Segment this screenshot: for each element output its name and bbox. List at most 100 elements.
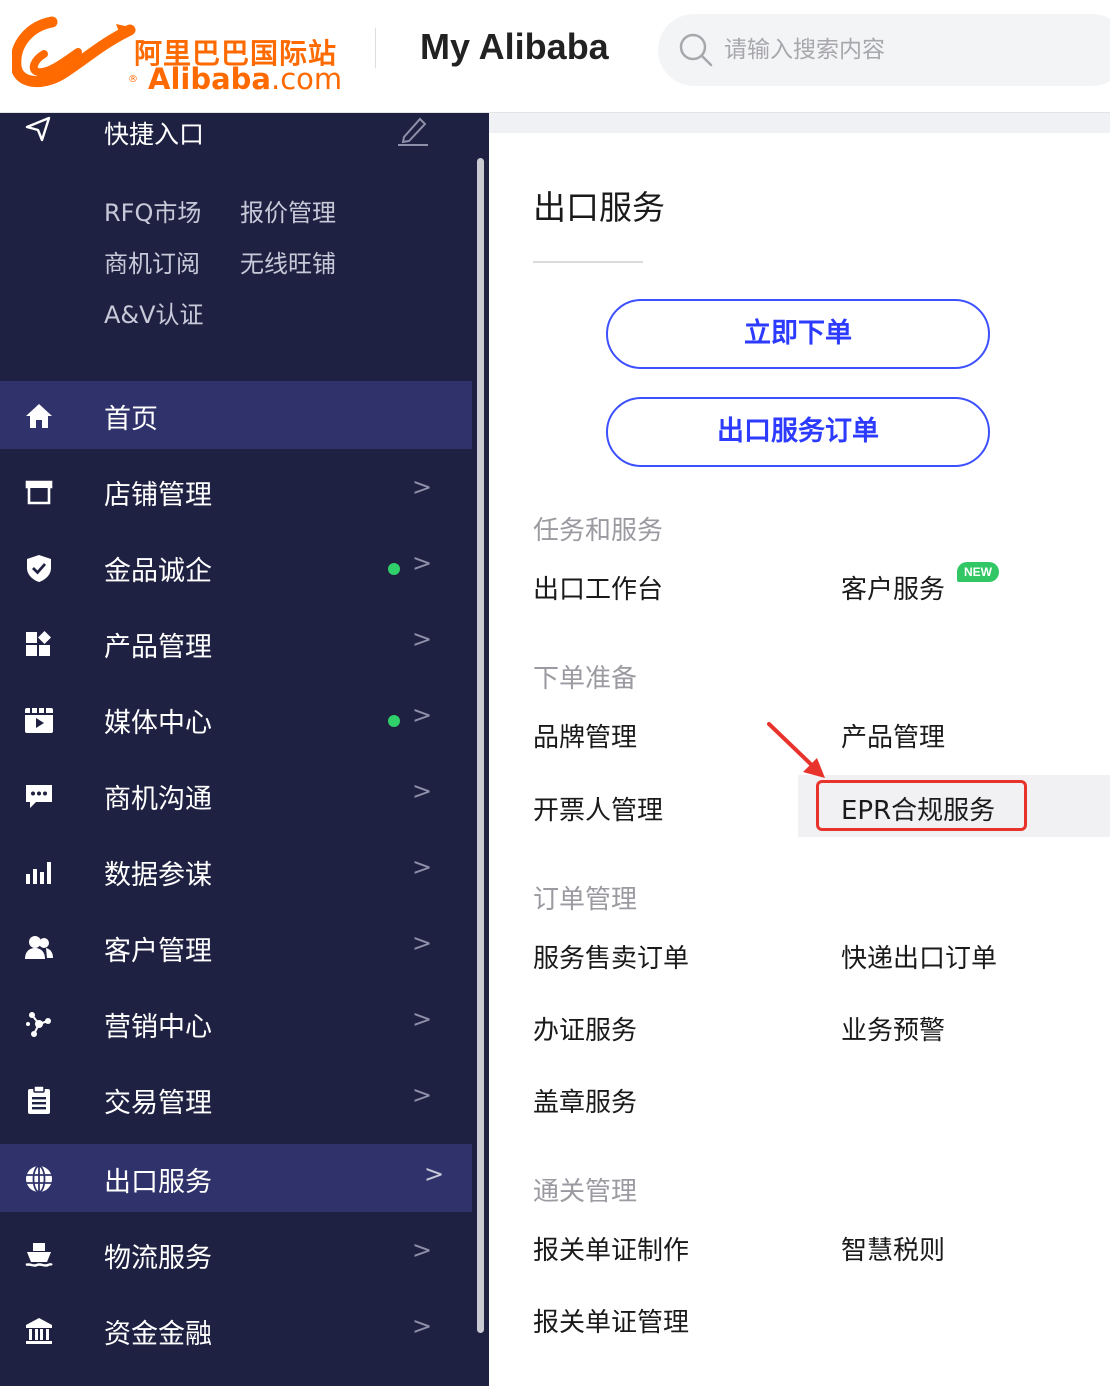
sidebar-item-label: 物流服务 bbox=[104, 1243, 212, 1274]
order-now-button[interactable]: 立即下单 bbox=[606, 299, 990, 369]
chevron-right-icon: > bbox=[412, 549, 433, 577]
sidebar-item-label: 营销中心 bbox=[104, 1012, 212, 1043]
shortcut-mobile-store[interactable]: 无线旺铺 bbox=[240, 244, 336, 279]
shortcut-rfq-market[interactable]: RFQ市场 bbox=[104, 193, 201, 228]
sidebar-item-label: 店铺管理 bbox=[104, 480, 212, 511]
sidebar-item-gold-supplier[interactable]: 金品诚企 > bbox=[0, 533, 472, 601]
export-service-orders-button[interactable]: 出口服务订单 bbox=[606, 397, 990, 467]
page-title: My Alibaba bbox=[420, 26, 609, 67]
section-title-tasks: 任务和服务 bbox=[533, 516, 664, 546]
sidebar-item-product-management[interactable]: 产品管理 > bbox=[0, 609, 472, 677]
link-customs-doc-management[interactable]: 报关单证管理 bbox=[533, 1302, 689, 1339]
home-icon bbox=[26, 404, 52, 428]
sidebar-scrollbar[interactable] bbox=[477, 158, 484, 1333]
link-invoicer-management[interactable]: 开票人管理 bbox=[533, 790, 663, 827]
panel-top-strip bbox=[489, 113, 1110, 133]
sidebar-item-label: 商机沟通 bbox=[104, 784, 212, 815]
link-smart-tariff[interactable]: 智慧税则 bbox=[841, 1230, 945, 1267]
sidebar-item-label: 媒体中心 bbox=[104, 708, 212, 739]
send-icon bbox=[25, 116, 51, 142]
link-business-alerts[interactable]: 业务预警 bbox=[841, 1010, 945, 1047]
shield-check-icon bbox=[27, 555, 51, 582]
search-box[interactable] bbox=[658, 14, 1110, 86]
chevron-right-icon: > bbox=[412, 777, 433, 805]
store-icon bbox=[25, 480, 53, 505]
sidebar: 快捷入口 RFQ市场 报价管理 商机订阅 无线旺铺 A&V认证 首页 店铺管理 … bbox=[0, 113, 489, 1386]
sidebar-item-label: 交易管理 bbox=[104, 1088, 212, 1119]
sidebar-item-customer-management[interactable]: 客户管理 > bbox=[0, 913, 472, 981]
status-dot bbox=[388, 715, 400, 727]
sidebar-item-store-management[interactable]: 店铺管理 > bbox=[0, 457, 472, 525]
sidebar-item-home[interactable]: 首页 bbox=[0, 381, 472, 449]
link-customer-service[interactable]: 客户服务 bbox=[841, 569, 945, 606]
chevron-right-icon: > bbox=[412, 473, 433, 501]
bar-chart-icon bbox=[26, 862, 51, 884]
sidebar-item-export-services[interactable]: 出口服务 > bbox=[0, 1144, 472, 1212]
chevron-right-icon: > bbox=[412, 853, 433, 881]
chevron-right-icon: > bbox=[412, 1005, 433, 1033]
search-input[interactable] bbox=[724, 32, 1084, 68]
shortcut-av-certification[interactable]: A&V认证 bbox=[104, 295, 204, 330]
title-underline bbox=[533, 261, 643, 263]
sidebar-item-logistics-services[interactable]: 物流服务 > bbox=[0, 1220, 472, 1288]
annotation-arrow-icon bbox=[767, 722, 825, 778]
users-icon bbox=[25, 936, 53, 959]
link-product-management[interactable]: 产品管理 bbox=[841, 717, 945, 754]
clipboard-icon bbox=[28, 1085, 50, 1114]
export-services-panel: 出口服务 立即下单 出口服务订单 任务和服务 出口工作台 客户服务 NEW 下单… bbox=[489, 113, 1110, 1386]
shortcut-opportunity-subscription[interactable]: 商机订阅 bbox=[104, 244, 200, 279]
sidebar-item-label: 金品诚企 bbox=[104, 556, 212, 587]
section-title-order-prep: 下单准备 bbox=[533, 664, 638, 694]
alibaba-logo[interactable]: 阿里巴巴国际站 Alibaba.com ® bbox=[12, 14, 342, 96]
chevron-right-icon: > bbox=[412, 625, 433, 653]
sidebar-item-data-advisor[interactable]: 数据参谋 > bbox=[0, 837, 472, 905]
link-express-export-orders[interactable]: 快递出口订单 bbox=[841, 938, 997, 975]
sidebar-item-label: 首页 bbox=[104, 404, 158, 435]
sidebar-item-trade-management[interactable]: 交易管理 > bbox=[0, 1065, 472, 1133]
chevron-right-icon: > bbox=[412, 701, 433, 729]
search-icon bbox=[679, 33, 713, 67]
link-stamp-services[interactable]: 盖章服务 bbox=[533, 1082, 637, 1119]
link-certificate-services[interactable]: 办证服务 bbox=[533, 1010, 637, 1047]
quick-entry-header: 快捷入口 bbox=[0, 113, 470, 153]
chevron-right-icon: > bbox=[412, 1236, 433, 1264]
sidebar-item-label: 出口服务 bbox=[104, 1167, 212, 1198]
quick-entry-title: 快捷入口 bbox=[104, 120, 205, 149]
new-badge: NEW bbox=[957, 562, 999, 582]
section-title-customs: 通关管理 bbox=[533, 1177, 638, 1207]
link-export-workbench[interactable]: 出口工作台 bbox=[533, 569, 663, 606]
logo-tld: .com bbox=[270, 62, 343, 96]
sidebar-item-media-center[interactable]: 媒体中心 > bbox=[0, 685, 472, 753]
product-grid-icon bbox=[26, 631, 51, 656]
sidebar-item-business-communication[interactable]: 商机沟通 > bbox=[0, 761, 472, 829]
section-title-order-management: 订单管理 bbox=[533, 885, 638, 915]
registered-mark: ® bbox=[128, 74, 138, 85]
link-service-sales-orders[interactable]: 服务售卖订单 bbox=[533, 938, 689, 975]
chevron-right-icon: > bbox=[424, 1160, 445, 1188]
sidebar-item-label: 数据参谋 bbox=[104, 860, 212, 891]
sidebar-item-funds-finance[interactable]: 资金金融 > bbox=[0, 1296, 472, 1364]
bank-icon bbox=[26, 1318, 52, 1344]
chat-bubble-icon bbox=[26, 785, 52, 808]
globe-icon bbox=[26, 1165, 52, 1193]
top-header: 阿里巴巴国际站 Alibaba.com ® My Alibaba bbox=[0, 0, 1110, 113]
header-divider bbox=[375, 28, 376, 68]
chevron-right-icon: > bbox=[412, 929, 433, 957]
shortcut-quote-management[interactable]: 报价管理 bbox=[240, 193, 336, 228]
media-play-icon bbox=[25, 708, 53, 733]
chevron-right-icon: > bbox=[412, 1081, 433, 1109]
edit-icon[interactable] bbox=[396, 113, 430, 147]
sidebar-item-marketing-center[interactable]: 营销中心 > bbox=[0, 989, 472, 1057]
link-customs-doc-creation[interactable]: 报关单证制作 bbox=[533, 1230, 689, 1267]
logo-english-text: Alibaba.com bbox=[148, 62, 342, 96]
panel-title: 出口服务 bbox=[533, 188, 665, 227]
logo-brand: Alibaba bbox=[148, 62, 271, 96]
chevron-right-icon: > bbox=[412, 1312, 433, 1340]
alibaba-smile-icon bbox=[12, 16, 136, 88]
link-brand-management[interactable]: 品牌管理 bbox=[533, 717, 637, 754]
epr-annotation-box bbox=[816, 780, 1027, 831]
ship-icon bbox=[25, 1243, 53, 1267]
network-icon bbox=[26, 1012, 51, 1037]
status-dot bbox=[388, 563, 400, 575]
sidebar-item-label: 资金金融 bbox=[104, 1319, 212, 1350]
